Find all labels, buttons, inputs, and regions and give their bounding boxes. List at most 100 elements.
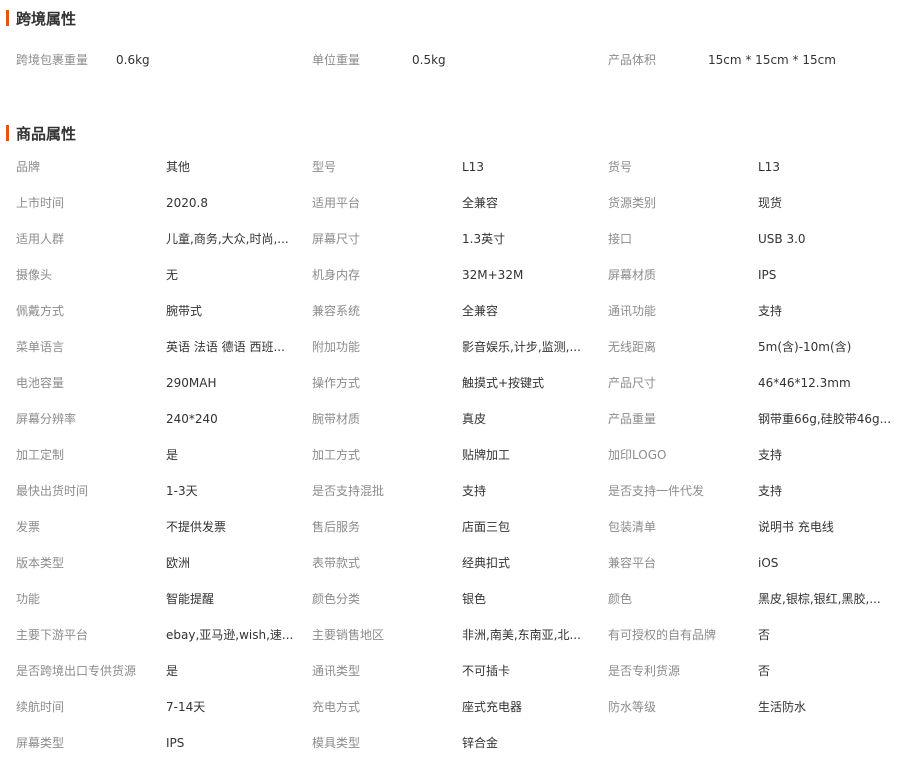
attribute-value: 智能提醒 bbox=[166, 592, 215, 606]
attribute-label: 主要销售地区 bbox=[312, 628, 385, 642]
attribute-value: 240*240 bbox=[166, 412, 218, 426]
attribute-value: 锌合金 bbox=[462, 736, 499, 750]
attribute-value: 经典扣式 bbox=[462, 556, 511, 570]
attribute-value: 钢带重66g,硅胶带46g... bbox=[758, 412, 892, 426]
attribute-value: 真皮 bbox=[462, 412, 487, 426]
attribute-label: 上市时间 bbox=[16, 196, 65, 210]
attribute-value: 说明书 充电线 bbox=[758, 520, 834, 534]
attribute-value: 腕带式 bbox=[166, 304, 203, 318]
attribute-value: 生活防水 bbox=[758, 700, 807, 714]
attribute-label: 品牌 bbox=[16, 160, 41, 174]
attribute-value: 座式充电器 bbox=[462, 700, 523, 714]
attribute-label: 主要下游平台 bbox=[16, 628, 89, 642]
attribute-value: 1.3英寸 bbox=[462, 232, 506, 246]
attribute-value: 其他 bbox=[166, 160, 191, 174]
attribute-label: 无线距离 bbox=[608, 340, 657, 354]
product-section-title: 商品属性 bbox=[6, 123, 76, 143]
attribute-value: iOS bbox=[758, 556, 779, 570]
attribute-value: 全兼容 bbox=[462, 196, 499, 210]
attribute-label: 接口 bbox=[608, 232, 633, 246]
attribute-label: 通讯功能 bbox=[608, 304, 657, 318]
attribute-label: 佩戴方式 bbox=[16, 304, 65, 318]
attribute-value: 全兼容 bbox=[462, 304, 499, 318]
attribute-label: 屏幕尺寸 bbox=[312, 232, 361, 246]
attribute-value: 影音娱乐,计步,监测,... bbox=[462, 340, 581, 354]
attribute-value: L13 bbox=[462, 160, 484, 174]
attribute-label: 是否支持混批 bbox=[312, 484, 385, 498]
attribute-label: 充电方式 bbox=[312, 700, 361, 714]
attribute-label: 版本类型 bbox=[16, 556, 65, 570]
attribute-label: 加工方式 bbox=[312, 448, 361, 462]
attribute-value: 否 bbox=[758, 664, 771, 678]
attribute-value: 店面三包 bbox=[462, 520, 511, 534]
attribute-value: 是 bbox=[166, 448, 179, 462]
attribute-label: 跨境包裹重量 bbox=[16, 53, 89, 67]
attribute-label: 菜单语言 bbox=[16, 340, 65, 354]
attribute-label: 附加功能 bbox=[312, 340, 361, 354]
attribute-value: 英语 法语 德语 西班... bbox=[166, 340, 285, 354]
attribute-value: 非洲,南美,东南亚,北... bbox=[462, 628, 581, 642]
title-accent-bar bbox=[6, 125, 9, 141]
attribute-value: 7-14天 bbox=[166, 700, 206, 714]
attribute-label: 是否支持一件代发 bbox=[608, 484, 705, 498]
attribute-label: 产品尺寸 bbox=[608, 376, 657, 390]
attribute-label: 单位重量 bbox=[312, 53, 361, 67]
attribute-value: 触摸式+按键式 bbox=[462, 376, 545, 390]
attribute-label: 包装清单 bbox=[608, 520, 657, 534]
attribute-label: 通讯类型 bbox=[312, 664, 361, 678]
attribute-value: 是 bbox=[166, 664, 179, 678]
attribute-value: USB 3.0 bbox=[758, 232, 806, 246]
attribute-value: 支持 bbox=[758, 304, 783, 318]
attribute-label: 摄像头 bbox=[16, 268, 53, 282]
attribute-value: 贴牌加工 bbox=[462, 448, 511, 462]
attribute-label: 屏幕材质 bbox=[608, 268, 657, 282]
product-title-text: 商品属性 bbox=[16, 124, 77, 143]
attribute-label: 防水等级 bbox=[608, 700, 657, 714]
attribute-label: 有可授权的自有品牌 bbox=[608, 628, 717, 642]
attribute-label: 颜色 bbox=[608, 592, 633, 606]
attribute-label: 功能 bbox=[16, 592, 41, 606]
attribute-value: 2020.8 bbox=[166, 196, 208, 210]
attribute-label: 屏幕类型 bbox=[16, 736, 65, 750]
attribute-label: 加工定制 bbox=[16, 448, 65, 462]
attribute-label: 最快出货时间 bbox=[16, 484, 89, 498]
attribute-label: 电池容量 bbox=[16, 376, 65, 390]
attribute-label: 腕带材质 bbox=[312, 412, 361, 426]
cross-border-section-title: 跨境属性 bbox=[6, 8, 76, 28]
attribute-value: 现货 bbox=[758, 196, 783, 210]
attribute-value: 黑皮,银棕,银红,黑胶,... bbox=[758, 592, 881, 606]
attribute-value: 支持 bbox=[462, 484, 487, 498]
title-accent-bar bbox=[6, 10, 9, 26]
attribute-label: 表带款式 bbox=[312, 556, 361, 570]
attribute-value: 0.5kg bbox=[412, 53, 446, 67]
attribute-value: 不可插卡 bbox=[462, 664, 511, 678]
attribute-value: 银色 bbox=[462, 592, 487, 606]
attribute-value: 支持 bbox=[758, 448, 783, 462]
attribute-label: 机身内存 bbox=[312, 268, 361, 282]
attribute-value: 46*46*12.3mm bbox=[758, 376, 851, 390]
attribute-value: 欧洲 bbox=[166, 556, 191, 570]
attribute-value: L13 bbox=[758, 160, 780, 174]
attribute-value: 15cm * 15cm * 15cm bbox=[708, 53, 836, 67]
attribute-label: 产品重量 bbox=[608, 412, 657, 426]
attribute-label: 加印LOGO bbox=[608, 448, 667, 462]
attribute-label: 是否跨境出口专供货源 bbox=[16, 664, 137, 678]
attribute-label: 颜色分类 bbox=[312, 592, 361, 606]
attribute-value: 0.6kg bbox=[116, 53, 150, 67]
attribute-value: IPS bbox=[758, 268, 777, 282]
attribute-value: 290MAH bbox=[166, 376, 217, 390]
attribute-value: ebay,亚马逊,wish,速... bbox=[166, 628, 294, 642]
cross-border-title-text: 跨境属性 bbox=[16, 9, 77, 28]
attribute-value: 儿童,商务,大众,时尚,... bbox=[166, 232, 289, 246]
attribute-label: 发票 bbox=[16, 520, 41, 534]
attribute-label: 屏幕分辨率 bbox=[16, 412, 77, 426]
attribute-label: 模具类型 bbox=[312, 736, 361, 750]
attribute-label: 续航时间 bbox=[16, 700, 65, 714]
attribute-label: 兼容系统 bbox=[312, 304, 361, 318]
attribute-value: 支持 bbox=[758, 484, 783, 498]
attribute-label: 是否专利货源 bbox=[608, 664, 681, 678]
attribute-label: 售后服务 bbox=[312, 520, 361, 534]
attribute-value: 1-3天 bbox=[166, 484, 198, 498]
attribute-value: IPS bbox=[166, 736, 185, 750]
attribute-label: 适用人群 bbox=[16, 232, 65, 246]
